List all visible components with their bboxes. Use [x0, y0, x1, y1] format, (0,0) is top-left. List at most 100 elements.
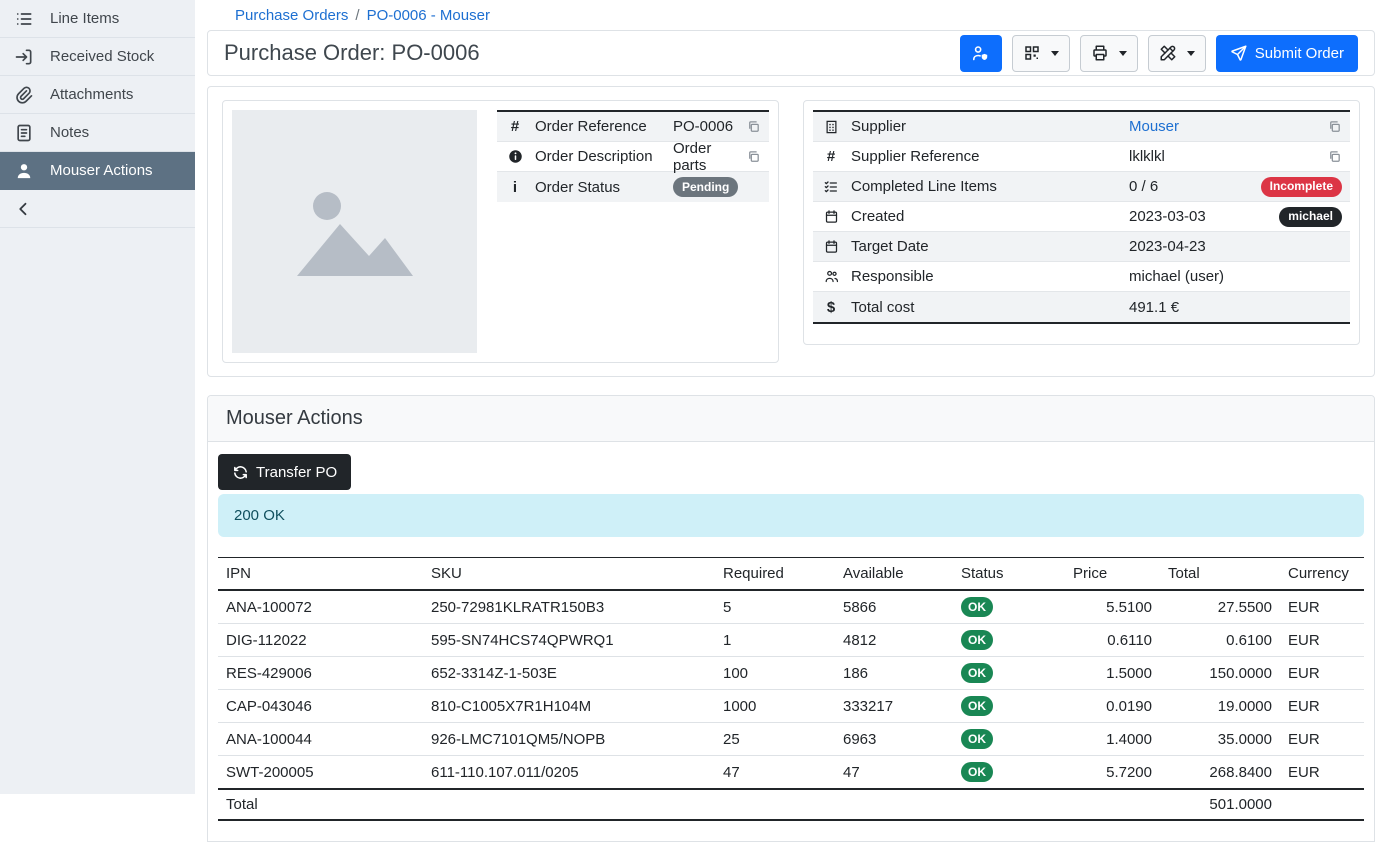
sidebar-item-mouser-actions[interactable]: Mouser Actions: [0, 152, 195, 190]
info-letter-icon: i: [505, 179, 525, 196]
target-date-row: Target Date 2023-04-23: [813, 232, 1350, 262]
total-cost-label: Total cost: [851, 299, 1119, 316]
status-badge: Pending: [673, 177, 738, 197]
submit-order-button[interactable]: Submit Order: [1216, 35, 1358, 72]
cell-price: 0.0190: [1065, 690, 1160, 723]
created-value: 2023-03-03: [1129, 208, 1269, 225]
cell-currency: EUR: [1280, 756, 1364, 790]
cell-status: OK: [953, 723, 1065, 756]
print-actions-button[interactable]: [1080, 35, 1138, 72]
sidebar-collapse-button[interactable]: [0, 190, 195, 228]
breadcrumb-current-order[interactable]: PO-0006 - Mouser: [367, 7, 490, 24]
paperclip-icon: [14, 85, 34, 105]
user-shield-icon: [971, 44, 990, 63]
cell-status: OK: [953, 657, 1065, 690]
incomplete-badge: Incomplete: [1261, 177, 1342, 197]
tools-icon: [1159, 44, 1177, 62]
caret-down-icon: [1187, 51, 1195, 56]
ok-badge: OK: [961, 696, 993, 716]
copy-icon[interactable]: [1327, 149, 1342, 164]
sidebar-item-line-items[interactable]: Line Items: [0, 0, 195, 38]
receive-icon: [14, 47, 34, 67]
order-reference-row: # Order Reference PO-0006: [497, 112, 769, 142]
cell-required: 1000: [715, 690, 835, 723]
sidebar-item-notes[interactable]: Notes: [0, 114, 195, 152]
cell-sku: 250-72981KLRATR150B3: [423, 590, 715, 624]
supplier-link[interactable]: Mouser: [1129, 118, 1179, 135]
table-row: DIG-112022 595-SN74HCS74QPWRQ1 1 4812 OK…: [218, 624, 1364, 657]
column-header-required: Required: [715, 558, 835, 591]
responsible-row: Responsible michael (user): [813, 262, 1350, 292]
transfer-po-label: Transfer PO: [256, 464, 337, 481]
order-status-row: i Order Status Pending: [497, 172, 769, 202]
cell-total: 27.5500: [1160, 590, 1280, 624]
cell-total: 150.0000: [1160, 657, 1280, 690]
order-image-placeholder[interactable]: [232, 110, 477, 353]
cell-price: 0.6110: [1065, 624, 1160, 657]
order-reference-value: PO-0006: [673, 118, 736, 135]
main-content: Purchase Orders/PO-0006 - Mouser Purchas…: [195, 0, 1383, 794]
panel-title: Mouser Actions: [208, 396, 1374, 442]
calendar-icon: [821, 239, 841, 254]
ok-badge: OK: [961, 630, 993, 650]
ok-badge: OK: [961, 597, 993, 617]
column-header-ipn: IPN: [218, 558, 423, 591]
image-placeholder-icon: [285, 172, 425, 292]
table-row: SWT-200005 611-110.107.011/0205 47 47 OK…: [218, 756, 1364, 790]
hash-icon: #: [505, 118, 525, 135]
cell-total: 35.0000: [1160, 723, 1280, 756]
column-header-currency: Currency: [1280, 558, 1364, 591]
table-header-row: IPN SKU Required Available Status Price …: [218, 558, 1364, 591]
sidebar-item-label: Received Stock: [50, 48, 154, 65]
cell-total: 268.8400: [1160, 756, 1280, 790]
cell-currency: EUR: [1280, 723, 1364, 756]
target-date-label: Target Date: [851, 238, 1119, 255]
info-icon: [505, 149, 525, 164]
order-reference-label: Order Reference: [535, 118, 663, 135]
supplier-properties-table: Supplier Mouser # Supplier Refere: [813, 110, 1350, 324]
supplier-reference-row: # Supplier Reference lklklkl: [813, 142, 1350, 172]
column-header-available: Available: [835, 558, 953, 591]
building-icon: [821, 119, 841, 135]
sidebar-item-label: Attachments: [50, 86, 133, 103]
total-cost-row: $ Total cost 491.1 €: [813, 292, 1350, 322]
cell-currency: EUR: [1280, 690, 1364, 723]
cell-currency: EUR: [1280, 590, 1364, 624]
send-icon: [1230, 44, 1248, 62]
supplier-reference-value: lklklkl: [1129, 148, 1317, 165]
breadcrumb-purchase-orders[interactable]: Purchase Orders: [235, 7, 348, 24]
cell-sku: 595-SN74HCS74QPWRQ1: [423, 624, 715, 657]
caret-down-icon: [1051, 51, 1059, 56]
line-items-table: IPN SKU Required Available Status Price …: [218, 557, 1364, 821]
user-actions-button[interactable]: [960, 35, 1002, 72]
cell-sku: 810-C1005X7R1H104M: [423, 690, 715, 723]
breadcrumb-separator: /: [355, 7, 359, 24]
transfer-po-button[interactable]: Transfer PO: [218, 454, 351, 490]
cell-status: OK: [953, 590, 1065, 624]
sidebar-item-attachments[interactable]: Attachments: [0, 76, 195, 114]
copy-icon[interactable]: [746, 149, 761, 164]
responsible-value: michael (user): [1129, 268, 1342, 285]
cell-ipn: ANA-100044: [218, 723, 423, 756]
column-header-sku: SKU: [423, 558, 715, 591]
order-status-label: Order Status: [535, 179, 663, 196]
sidebar-item-label: Mouser Actions: [50, 162, 153, 179]
supplier-info-card: Supplier Mouser # Supplier Refere: [803, 100, 1360, 345]
supplier-reference-label: Supplier Reference: [851, 148, 1119, 165]
order-details-panel: # Order Reference PO-0006: [207, 86, 1375, 377]
cell-ipn: ANA-100072: [218, 590, 423, 624]
sidebar-item-received-stock[interactable]: Received Stock: [0, 38, 195, 76]
responsible-label: Responsible: [851, 268, 1119, 285]
sidebar: Line Items Received Stock Attachments No…: [0, 0, 195, 794]
order-actions-button[interactable]: [1148, 35, 1206, 72]
cell-available: 47: [835, 756, 953, 790]
cell-required: 47: [715, 756, 835, 790]
submit-order-label: Submit Order: [1255, 45, 1344, 62]
copy-icon[interactable]: [1327, 119, 1342, 134]
caret-down-icon: [1119, 51, 1127, 56]
barcode-actions-button[interactable]: [1012, 35, 1070, 72]
user-icon: [14, 161, 34, 181]
cell-price: 5.7200: [1065, 756, 1160, 790]
copy-icon[interactable]: [746, 119, 761, 134]
table-row: CAP-043046 810-C1005X7R1H104M 1000 33321…: [218, 690, 1364, 723]
